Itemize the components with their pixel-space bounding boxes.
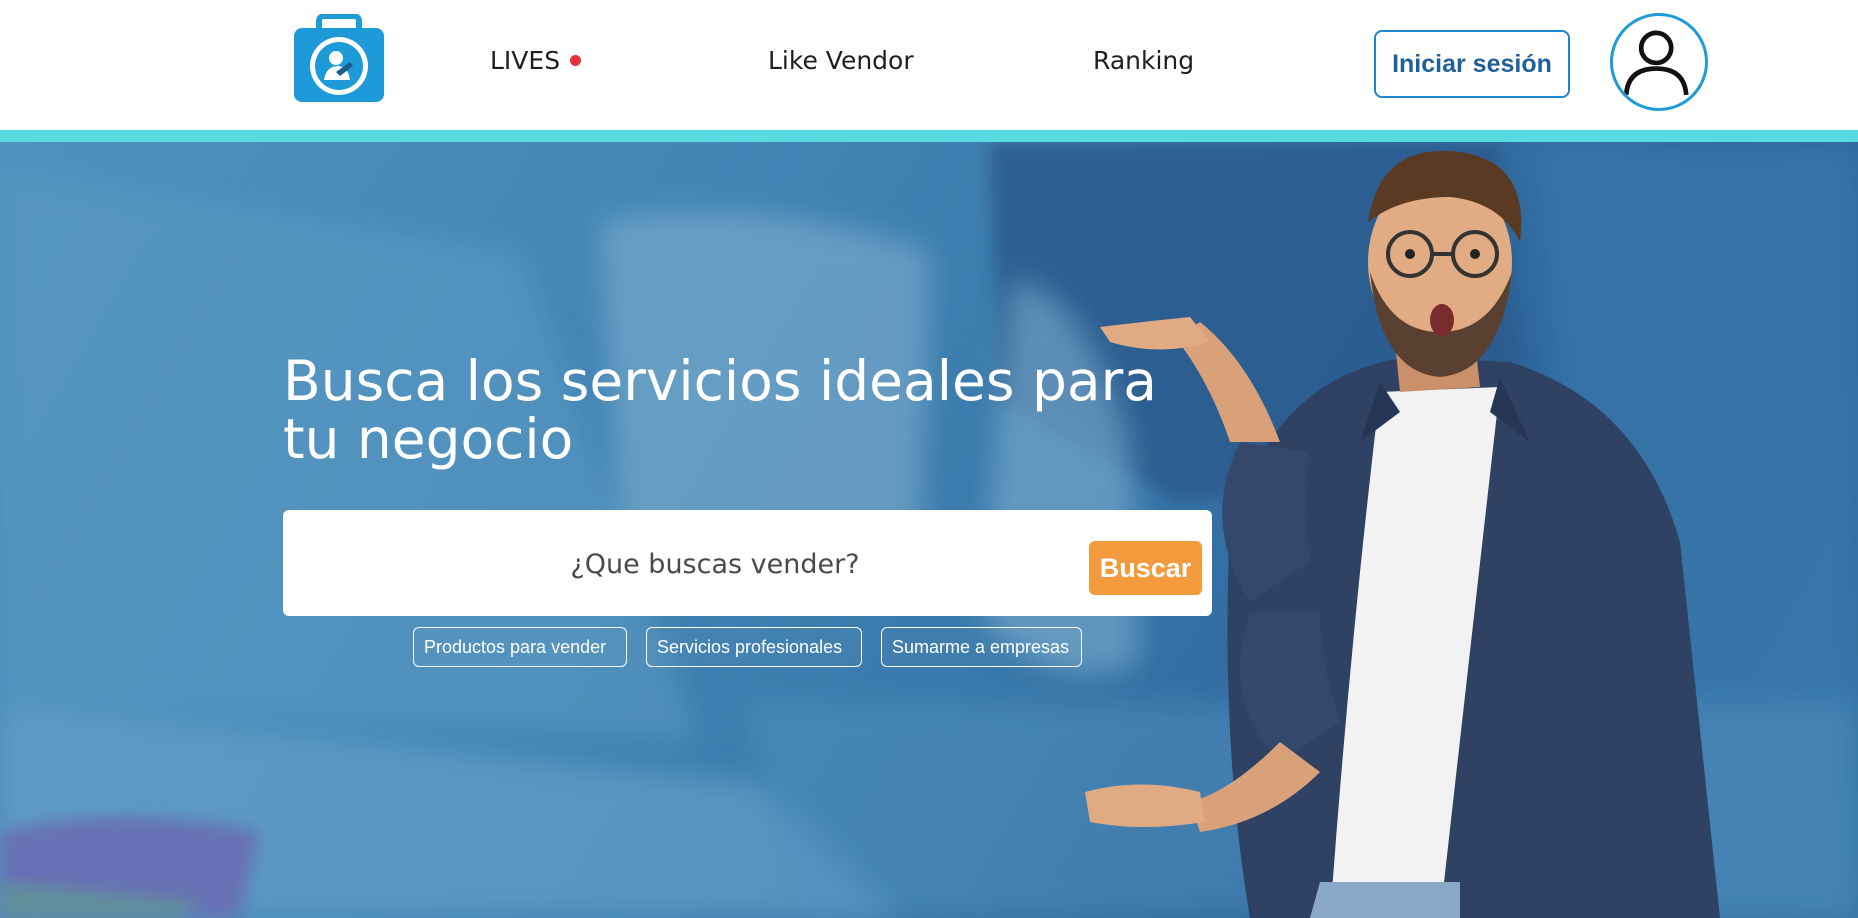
chip-servicios[interactable]: Servicios profesionales — [646, 627, 862, 667]
search-input[interactable] — [303, 530, 1127, 598]
search-bar: Buscar — [283, 510, 1212, 616]
site-header: LIVES Like Vendor Ranking Iniciar sesión — [0, 0, 1858, 130]
accent-stripe — [0, 130, 1858, 142]
briefcase-logo-icon[interactable] — [292, 14, 386, 104]
hero-title: Busca los servicios ideales para tu nego… — [283, 349, 1157, 471]
chip-empresas[interactable]: Sumarme a empresas — [881, 627, 1082, 667]
nav-lives[interactable]: LIVES — [490, 46, 582, 75]
hero-person-image — [1085, 150, 1720, 918]
nav-like-vendor[interactable]: Like Vendor — [768, 46, 914, 75]
user-avatar[interactable] — [1610, 13, 1708, 111]
login-button[interactable]: Iniciar sesión — [1374, 30, 1570, 98]
hero-section: Busca los servicios ideales para tu nego… — [0, 142, 1858, 918]
chip-productos[interactable]: Productos para vender — [413, 627, 627, 667]
live-indicator-dot — [570, 54, 582, 66]
nav-lives-label: LIVES — [490, 46, 561, 75]
nav-ranking[interactable]: Ranking — [1093, 46, 1194, 75]
user-icon — [1623, 30, 1689, 96]
